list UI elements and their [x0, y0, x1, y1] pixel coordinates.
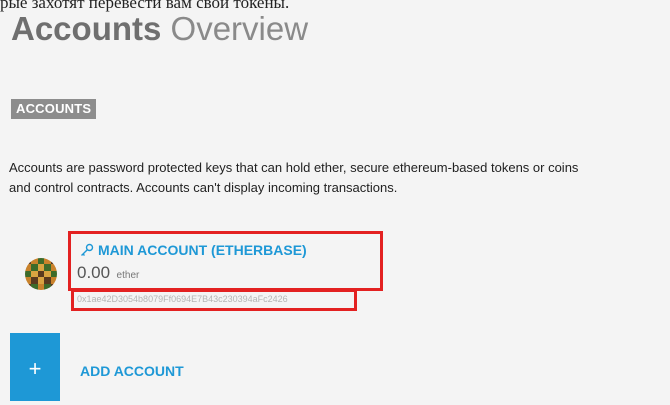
account-name: MAIN ACCOUNT (ETHERBASE) — [98, 242, 307, 258]
balance-value: 0.00 — [77, 263, 111, 282]
balance-unit: ether — [116, 270, 140, 281]
accounts-description: Accounts are password protected keys tha… — [9, 158, 670, 198]
account-balance: 0.00 ether — [77, 263, 139, 283]
account-name-link[interactable]: MAIN ACCOUNT (ETHERBASE) — [80, 242, 307, 258]
description-line-2: and control contracts. Accounts can't di… — [9, 180, 398, 195]
avatar[interactable] — [25, 258, 57, 290]
plus-icon: + — [28, 356, 42, 381]
key-icon — [81, 243, 94, 256]
page-title-light: Overview — [170, 10, 309, 47]
account-address[interactable]: 0x1ae42D3054b8079Ff0694E7B43c230394aFc24… — [77, 294, 288, 304]
section-label-accounts: ACCOUNTS — [11, 99, 97, 119]
page-title-strong: Accounts — [11, 10, 162, 47]
description-line-1: Accounts are password protected keys tha… — [9, 160, 579, 175]
add-account-link[interactable]: ADD ACCOUNT — [80, 363, 184, 379]
add-account-button[interactable]: + — [10, 333, 60, 401]
page-title: Accounts Overview — [11, 9, 308, 49]
